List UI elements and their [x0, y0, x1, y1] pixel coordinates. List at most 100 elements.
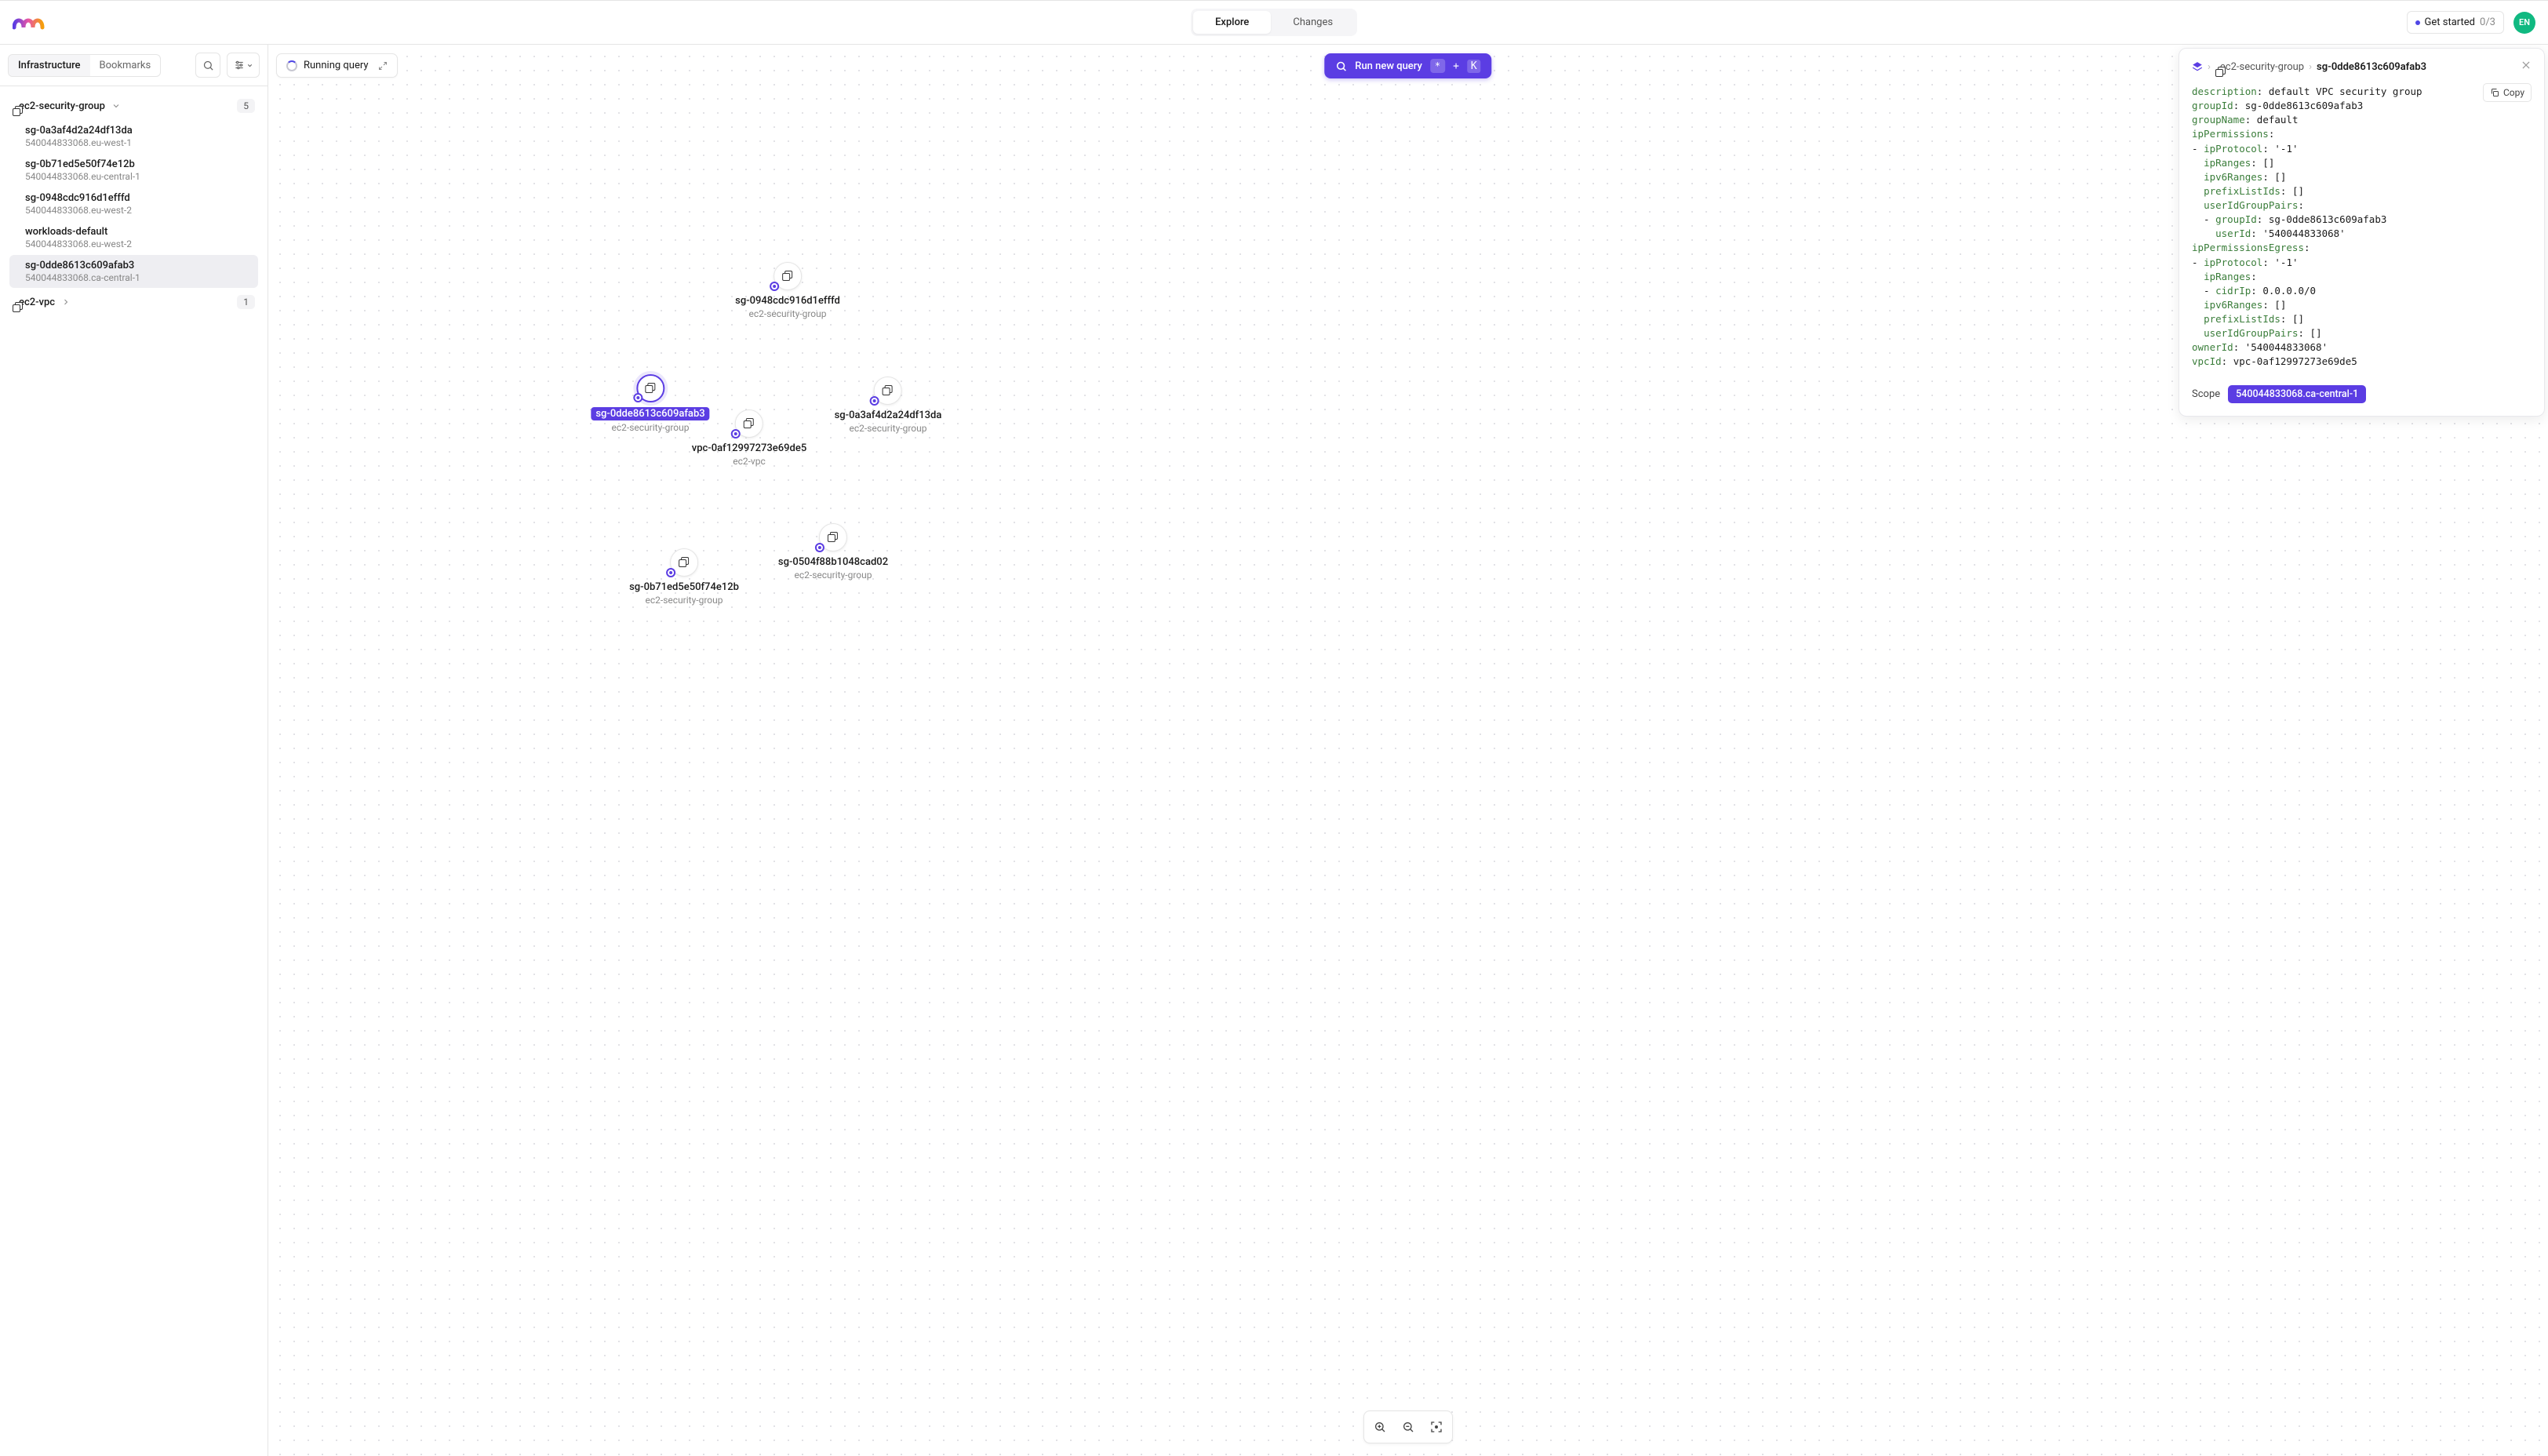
- node-label: vpc-0af12997273e69de5: [692, 442, 806, 454]
- group-ec2-security-group[interactable]: ec2-security-group 5: [5, 93, 263, 119]
- expand-icon[interactable]: [378, 61, 388, 71]
- scope-label: Scope: [2192, 388, 2220, 400]
- chevron-right-icon: [61, 297, 71, 307]
- resource-id: sg-0dde8613c609afab3: [25, 260, 250, 271]
- node-type: ec2-security-group: [646, 595, 723, 606]
- node-icon: [735, 410, 763, 438]
- search-icon: [202, 60, 214, 71]
- resource-scope: 540044833068.eu-west-2: [25, 205, 250, 216]
- chevron-down-icon: [246, 62, 253, 69]
- resource-scope: 540044833068.ca-central-1: [25, 272, 250, 283]
- yaml-content: description: default VPC security group …: [2192, 85, 2532, 369]
- zoom-out-icon: [1402, 1421, 1414, 1433]
- sidebar-item-resource[interactable]: sg-0dde8613c609afab3 540044833068.ca-cen…: [9, 255, 258, 288]
- graph-node[interactable]: sg-0a3af4d2a24df13da ec2-security-group: [835, 377, 942, 434]
- copy-button[interactable]: Copy: [2483, 83, 2532, 102]
- query-plus: +: [1453, 60, 1459, 72]
- node-label: sg-0504f88b1048cad02: [778, 556, 888, 568]
- group-title: ec2-security-group: [19, 100, 105, 112]
- query-kbd-hint: K: [1467, 60, 1481, 73]
- close-button[interactable]: [2521, 60, 2532, 74]
- sliders-icon: [234, 60, 245, 71]
- node-status-icon: [815, 543, 824, 552]
- graph-canvas[interactable]: sg-0948cdc916d1efffd ec2-security-group …: [268, 45, 2548, 1456]
- chevron-down-icon: [111, 101, 121, 111]
- close-icon: [2521, 60, 2532, 71]
- tab-changes[interactable]: Changes: [1271, 11, 1355, 34]
- node-status-icon: [666, 568, 675, 577]
- zoom-in-icon: [1374, 1421, 1386, 1433]
- sidebar-item-resource[interactable]: workloads-default 540044833068.eu-west-2: [9, 221, 258, 254]
- sidebar-item-resource[interactable]: sg-0b71ed5e50f74e12b 540044833068.eu-cen…: [9, 154, 258, 187]
- resource-id: sg-0a3af4d2a24df13da: [25, 125, 250, 136]
- breadcrumb-group[interactable]: ec2-security-group: [2220, 61, 2304, 73]
- details-breadcrumb: › ec2-security-group › sg-0dde8613c609af…: [2192, 60, 2532, 74]
- sidebar-toolbar: Infrastructure Bookmarks: [0, 45, 268, 86]
- status-dot-icon: [2415, 20, 2420, 25]
- copy-icon: [2490, 88, 2499, 97]
- running-query-chip[interactable]: Running query: [276, 53, 398, 78]
- fit-view-icon: [1430, 1421, 1443, 1433]
- resource-scope: 540044833068.eu-central-1: [25, 171, 250, 182]
- sidebar-tabs: Infrastructure Bookmarks: [8, 54, 161, 77]
- node-type: ec2-vpc: [733, 456, 766, 467]
- node-label: sg-0b71ed5e50f74e12b: [629, 581, 739, 593]
- graph-node[interactable]: vpc-0af12997273e69de5 ec2-vpc: [692, 410, 806, 467]
- group-ec2-vpc[interactable]: ec2-vpc 1: [5, 289, 263, 315]
- zoom-out-button[interactable]: [1396, 1414, 1421, 1440]
- resource-id: sg-0948cdc916d1efffd: [25, 192, 250, 204]
- node-status-icon: [870, 396, 879, 406]
- layers-icon: [2192, 61, 2203, 72]
- graph-node[interactable]: sg-0504f88b1048cad02 ec2-security-group: [778, 523, 888, 581]
- graph-node[interactable]: sg-0948cdc916d1efffd ec2-security-group: [735, 262, 840, 319]
- node-icon: [670, 548, 698, 577]
- group-count-badge: 5: [237, 99, 255, 113]
- node-icon: [774, 262, 802, 290]
- avatar[interactable]: EN: [2513, 12, 2535, 34]
- get-started-label: Get started: [2425, 16, 2475, 28]
- node-label: sg-0a3af4d2a24df13da: [835, 410, 942, 421]
- separator-icon: ›: [2208, 61, 2211, 73]
- node-status-icon: [770, 282, 779, 291]
- sidebar-body: ec2-security-group 5 sg-0a3af4d2a24df13d…: [0, 86, 268, 1456]
- scope-badge[interactable]: 540044833068.ca-central-1: [2228, 385, 2366, 403]
- copy-label: Copy: [2503, 87, 2524, 98]
- sidebar-item-resource[interactable]: sg-0a3af4d2a24df13da 540044833068.eu-wes…: [9, 120, 258, 153]
- zoom-controls: [1363, 1410, 1453, 1443]
- query-tag: *: [1430, 59, 1445, 73]
- resource-scope: 540044833068.eu-west-1: [25, 137, 250, 148]
- nav-tabs: Explore Changes: [1191, 9, 1357, 36]
- graph-node[interactable]: sg-0b71ed5e50f74e12b ec2-security-group: [629, 548, 739, 606]
- get-started-button[interactable]: Get started 0/3: [2407, 11, 2504, 34]
- node-type: ec2-security-group: [795, 570, 872, 581]
- resource-scope: 540044833068.eu-west-2: [25, 238, 250, 249]
- logo[interactable]: [13, 13, 58, 32]
- query-tag-text: *: [1435, 60, 1440, 71]
- sidebar: Infrastructure Bookmarks ec2-security-gr…: [0, 45, 268, 1456]
- resource-id: sg-0b71ed5e50f74e12b: [25, 158, 250, 170]
- zoom-in-button[interactable]: [1367, 1414, 1392, 1440]
- tab-explore[interactable]: Explore: [1193, 11, 1271, 34]
- node-status-icon: [633, 393, 642, 402]
- node-status-icon: [731, 429, 741, 439]
- sidebar-tab-infrastructure[interactable]: Infrastructure: [9, 55, 90, 76]
- node-icon: [874, 377, 902, 405]
- spinner-icon: [286, 60, 297, 71]
- breadcrumb-current: sg-0dde8613c609afab3: [2317, 61, 2426, 73]
- scope-row: Scope 540044833068.ca-central-1: [2192, 380, 2532, 403]
- node-icon: [636, 374, 664, 402]
- separator-icon: ›: [2309, 61, 2312, 73]
- app-header: Explore Changes Get started 0/3 EN: [0, 0, 2548, 45]
- get-started-count: 0/3: [2480, 16, 2495, 28]
- running-query-label: Running query: [304, 60, 369, 71]
- filter-button[interactable]: [227, 53, 260, 78]
- group-count-badge: 1: [237, 295, 255, 309]
- node-type: ec2-security-group: [612, 422, 690, 433]
- run-new-query-button[interactable]: Run new query * + K: [1324, 53, 1491, 78]
- sidebar-tab-bookmarks[interactable]: Bookmarks: [90, 55, 161, 76]
- search-button[interactable]: [195, 53, 220, 78]
- fit-view-button[interactable]: [1424, 1414, 1449, 1440]
- sidebar-item-resource[interactable]: sg-0948cdc916d1efffd 540044833068.eu-wes…: [9, 187, 258, 220]
- group-title: ec2-vpc: [19, 297, 55, 308]
- node-label: sg-0948cdc916d1efffd: [735, 295, 840, 307]
